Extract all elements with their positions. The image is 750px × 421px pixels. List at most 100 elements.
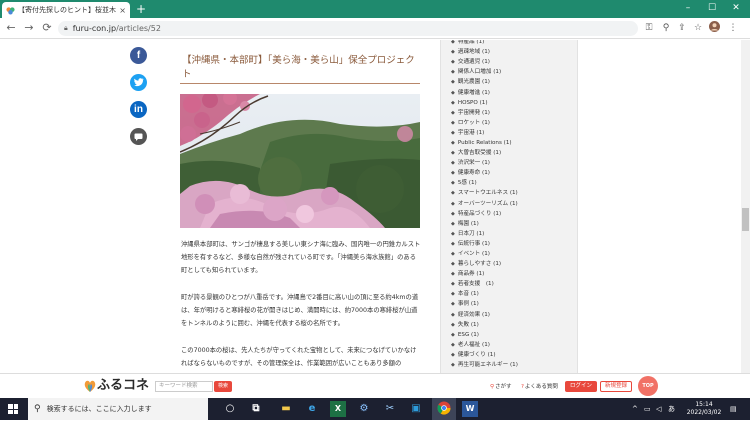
cortana-icon[interactable]: ○ (222, 401, 238, 417)
cherry-blossom-photo (180, 94, 420, 228)
key-icon[interactable]: ⚿ (643, 22, 655, 34)
settings-app-icon[interactable]: ⚙ (356, 401, 372, 417)
tag-link[interactable]: ◆ 事例 (1) (451, 299, 579, 309)
register-button[interactable]: 新規登録 (600, 381, 632, 392)
tag-icon: ◆ (451, 301, 455, 308)
page-content: f in 【沖縄県・本部町】「美ら海・美ら山」保全プロジェクト 沖縄県本部町は、… (0, 40, 750, 373)
windows-start-icon[interactable] (8, 404, 18, 414)
task-view-icon[interactable]: ⧉ (248, 401, 264, 417)
twitter-icon[interactable] (130, 74, 147, 91)
site-logo[interactable]: ふるコネ (97, 378, 149, 394)
tag-link[interactable]: ◆ HOSPO (1) (451, 98, 579, 108)
photos-icon[interactable]: ▣ (408, 401, 424, 417)
nav-search-link[interactable]: ⚲さがす (490, 383, 512, 391)
word-icon[interactable]: W (462, 401, 478, 417)
profile-avatar-icon[interactable] (708, 21, 720, 36)
keyword-search-input[interactable]: キーワード検索 (155, 381, 213, 392)
tag-link[interactable]: ◆ 関係人口増加 (1) (451, 67, 579, 77)
tag-link[interactable]: ◆ 経済効果 (1) (451, 310, 579, 320)
scrollbar-thumb[interactable] (742, 208, 749, 231)
tag-link[interactable]: ◆ 再生可能エネルギー (1) (451, 360, 579, 370)
linkedin-icon[interactable]: in (130, 101, 147, 118)
tag-link[interactable]: ◆ 暮らしやすさ (1) (451, 259, 579, 269)
search-icon: ⚲ (34, 404, 41, 414)
tag-link[interactable]: ◆ 商品券 (1) (451, 269, 579, 279)
reload-icon[interactable]: ⟳ (40, 21, 54, 35)
maximize-icon[interactable]: ☐ (700, 1, 724, 16)
tag-link[interactable]: ◆ 宇宙開発 (1) (451, 108, 579, 118)
tab-close-icon[interactable]: × (119, 6, 126, 15)
tag-link[interactable]: ◆ 伝統行事 (1) (451, 239, 579, 249)
system-tray-chevron-icon[interactable]: ^ (632, 404, 638, 414)
tag-link[interactable]: ◆ 特産品 (1) (451, 40, 579, 47)
minimize-icon[interactable]: – (676, 1, 700, 16)
chrome-icon[interactable] (436, 401, 452, 417)
notification-icon[interactable]: ▤ (730, 404, 737, 414)
tag-link[interactable]: ◆ 健康増進 (1) (451, 87, 579, 97)
excel-icon[interactable]: X (330, 401, 346, 417)
tag-link[interactable]: ◆ 大曽吉取受援 (1) (451, 148, 579, 158)
file-explorer-icon[interactable]: ▬ (278, 401, 294, 417)
ime-indicator[interactable]: あ (668, 404, 675, 414)
taskbar-search-box[interactable]: ⚲ 検索するには、ここに入力します (28, 398, 208, 420)
bookmark-star-icon[interactable]: ☆ (692, 22, 704, 34)
tag-icon: ◆ (451, 150, 455, 157)
page-scrollbar[interactable] (741, 40, 750, 373)
volume-icon[interactable]: ◁ (656, 404, 661, 414)
zoom-icon[interactable]: ⚲ (660, 22, 672, 34)
snipping-tool-icon[interactable]: ✂ (382, 401, 398, 417)
back-to-top-button[interactable]: TOP (638, 376, 658, 396)
comment-icon[interactable] (130, 128, 147, 145)
tag-label: 過疎地域 (1) (457, 49, 490, 56)
windows-taskbar: ⚲ 検索するには、ここに入力します ○ ⧉ ▬ e X ⚙ ✂ ▣ W ^ ▭ … (0, 398, 750, 420)
network-icon[interactable]: ▭ (644, 404, 651, 414)
forward-icon[interactable]: → (22, 21, 36, 35)
tag-link[interactable]: ◆ 梅園 (1) (451, 219, 579, 229)
tag-link[interactable]: ◆ ESG (1) (451, 330, 579, 340)
close-window-icon[interactable]: ✕ (724, 1, 748, 16)
tag-link[interactable]: ◆ 若者支援 (1) (451, 279, 579, 289)
tag-label: イベント (1) (457, 251, 490, 258)
url-bar[interactable]: 🔒︎ furu-con.jp/articles/52 (58, 21, 638, 36)
tag-icon: ◆ (451, 49, 455, 56)
tag-link[interactable]: ◆ 観光農園 (1) (451, 77, 579, 87)
tag-link[interactable]: ◆ 渋沢栄一 (1) (451, 158, 579, 168)
furucone-logo-icon[interactable] (83, 378, 97, 394)
browser-tab[interactable]: 【寄付先探しのヒント】桜並木を未来へ × (2, 2, 130, 18)
tag-link[interactable]: ◆ 過疎地域 (1) (451, 47, 579, 57)
new-tab-button[interactable]: + (136, 2, 146, 16)
tag-link[interactable]: ◆ 日本刀 (1) (451, 229, 579, 239)
tag-icon: ◆ (451, 351, 455, 358)
tag-label: 特産品 (1) (457, 40, 485, 46)
url-text: furu-con.jp/articles/52 (73, 24, 161, 33)
tag-link[interactable]: ◆ 老人福祉 (1) (451, 340, 579, 350)
back-icon[interactable]: ← (4, 21, 18, 35)
tag-label: 経済効果 (1) (457, 311, 490, 318)
tag-link[interactable]: ◆ オーバーツーリズム (1) (451, 199, 579, 209)
tag-icon: ◆ (451, 139, 455, 146)
edge-icon[interactable]: e (304, 401, 320, 417)
share-page-icon[interactable]: ⇪ (676, 22, 688, 34)
taskbar-clock[interactable]: 15:14 2022/03/02 (684, 401, 724, 417)
tag-link[interactable]: ◆ 本音 (1) (451, 289, 579, 299)
login-button[interactable]: ログイン (565, 381, 597, 392)
facebook-icon[interactable]: f (130, 47, 147, 64)
tag-icon: ◆ (451, 311, 455, 318)
tag-link[interactable]: ◆ ロケット (1) (451, 118, 579, 128)
keyword-search-button[interactable]: 検索 (214, 381, 232, 392)
tag-link[interactable]: ◆ スマートウエルネス (1) (451, 188, 579, 198)
nav-faq-link[interactable]: ?よくある質問 (521, 383, 558, 391)
article-title: 【沖縄県・本部町】「美ら海・美ら山」保全プロジェクト (182, 55, 415, 80)
tag-link[interactable]: ◆ 失敗 (1) (451, 320, 579, 330)
tag-link[interactable]: ◆ 健康寿命 (1) (451, 168, 579, 178)
tag-link[interactable]: ◆ 5感 (1) (451, 178, 579, 188)
tag-link[interactable]: ◆ 交通遺児 (1) (451, 57, 579, 67)
tag-sidebar: ◆ 特産品 (1) ◆ 過疎地域 (1) ◆ 交通遺児 (1) ◆ 関係人口増加 (1) ◆ 観光… (440, 40, 578, 373)
browser-menu-icon[interactable]: ⋮ (727, 22, 739, 34)
tag-link[interactable]: ◆ イベント (1) (451, 249, 579, 259)
tag-label: 健康づくり (1) (457, 351, 496, 358)
tag-link[interactable]: ◆ Public Relations (1) (451, 138, 579, 148)
tag-link[interactable]: ◆ 健康づくり (1) (451, 350, 579, 360)
tag-link[interactable]: ◆ 宇宙港 (1) (451, 128, 579, 138)
tag-link[interactable]: ◆ 特産品づくり (1) (451, 209, 579, 219)
